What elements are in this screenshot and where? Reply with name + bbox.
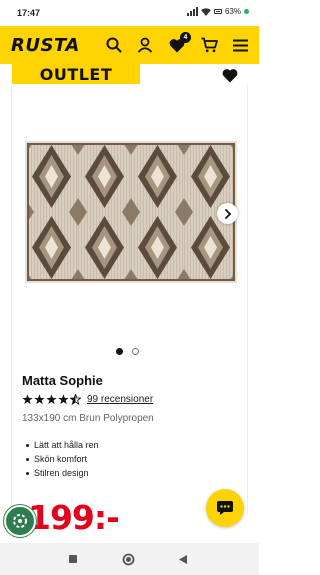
carousel-dots (116, 348, 139, 355)
next-image-button[interactable] (217, 203, 238, 224)
site-header: RUSTA 4 (0, 26, 259, 64)
battery-icon (213, 9, 222, 14)
eco-badge-icon (13, 514, 27, 528)
carousel-dot-active[interactable] (116, 348, 123, 355)
search-icon[interactable] (104, 35, 124, 55)
star-icon (46, 394, 57, 405)
wishlist-count-badge: 4 (180, 32, 191, 43)
rating-stars (22, 394, 81, 405)
chevron-right-icon (224, 208, 231, 219)
feature-item: Stilren design (26, 466, 99, 480)
carousel-dot[interactable] (132, 348, 139, 355)
battery-level: 63% (224, 7, 241, 16)
product-name: Matta Sophie (22, 373, 103, 388)
eco-badge-button[interactable] (4, 505, 36, 537)
feature-item: Skön komfort (26, 452, 99, 466)
status-bar: 17:47 63% (0, 0, 259, 26)
rusta-logo[interactable]: RUSTA (11, 35, 80, 56)
product-price: 199:- (28, 498, 120, 537)
feature-list: Lätt att hålla ren Skön komfort Stilren … (26, 438, 99, 480)
star-icon (22, 394, 33, 405)
product-spec: 133x190 cm Brun Polypropen (22, 413, 154, 424)
favorite-button[interactable] (222, 68, 238, 84)
signal-icon (186, 7, 198, 16)
wifi-icon (200, 7, 211, 16)
status-time: 17:47 (17, 8, 41, 18)
star-icon (58, 394, 69, 405)
heart-icon (222, 69, 238, 83)
notification-dot (244, 9, 249, 14)
back-button[interactable] (176, 552, 190, 566)
wishlist-button[interactable]: 4 (167, 32, 191, 55)
square-icon (69, 555, 77, 563)
reviews-link[interactable]: 99 recensioner (87, 394, 153, 405)
product-rating: 99 recensioner (22, 394, 153, 405)
user-icon[interactable] (135, 35, 155, 55)
screen: 17:47 63% RUSTA 4 OUTLET Matta Sophie 99… (0, 0, 259, 575)
half-star-icon (70, 394, 81, 405)
product-image[interactable] (25, 141, 237, 283)
outlet-banner: OUTLET (12, 64, 140, 84)
circle-icon (122, 553, 134, 565)
menu-icon[interactable] (230, 35, 250, 55)
feature-item: Lätt att hålla ren (26, 438, 99, 452)
chat-icon (217, 501, 233, 515)
status-indicators: 63% (186, 7, 249, 16)
system-nav-bar (0, 543, 259, 575)
home-button[interactable] (121, 552, 135, 566)
cart-icon[interactable] (199, 35, 219, 55)
triangle-back-icon (179, 554, 187, 564)
chat-button[interactable] (206, 489, 244, 527)
recents-button[interactable] (66, 552, 80, 566)
star-icon (34, 394, 45, 405)
